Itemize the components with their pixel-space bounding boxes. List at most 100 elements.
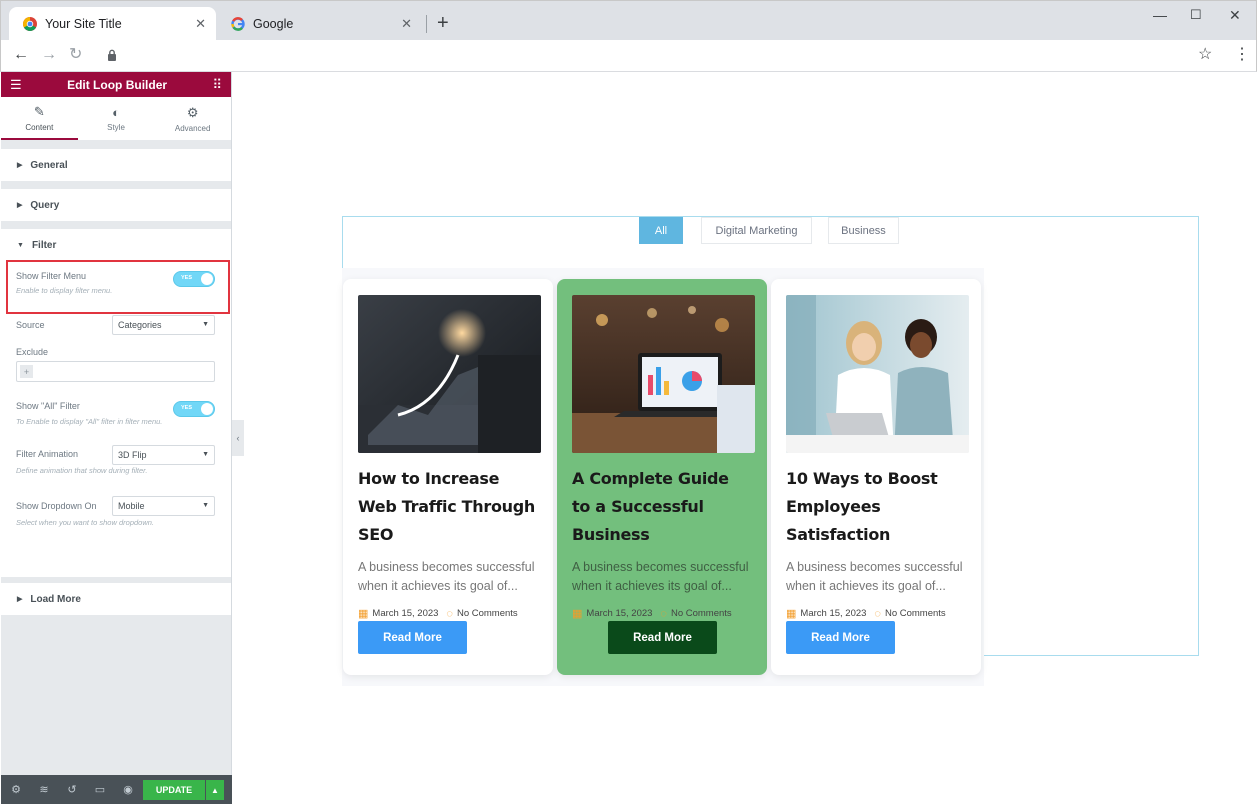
tab-title: Your Site Title: [45, 17, 122, 31]
post-comments[interactable]: No Comments: [671, 608, 732, 619]
tab-label: Content: [25, 122, 54, 132]
read-more-button[interactable]: Read More: [786, 621, 895, 654]
laptop-growth-chart-photo: [358, 295, 541, 453]
post-card: How to Increase Web Traffic Through SEO …: [343, 279, 553, 675]
post-card: 10 Ways to Boost Employees Satisfaction …: [771, 279, 981, 675]
post-meta: ▦ March 15, 2023 ◌ No Comments: [572, 607, 752, 621]
calendar-icon: ▦: [786, 608, 797, 620]
forward-arrow-icon[interactable]: →: [41, 45, 57, 65]
new-tab-icon[interactable]: +: [437, 13, 449, 33]
section-label: Filter: [31, 239, 57, 251]
read-more-button[interactable]: Read More: [358, 621, 467, 654]
preview-eye-icon[interactable]: ◉: [122, 783, 134, 796]
filter-business[interactable]: Business: [828, 217, 899, 244]
tab-style[interactable]: ◐ Style: [78, 97, 155, 140]
panel-title: Edit Loop Builder: [67, 77, 168, 92]
toggle-label: YES: [181, 405, 193, 411]
post-title[interactable]: 10 Ways to Boost Employees Satisfaction: [786, 465, 966, 549]
browser-tab-site[interactable]: Your Site Title ✕: [9, 7, 216, 41]
post-meta: ▦ March 15, 2023 ◌ No Comments: [358, 607, 538, 621]
section-label: Load More: [30, 593, 81, 605]
post-comments[interactable]: No Comments: [885, 608, 946, 619]
post-thumbnail[interactable]: [786, 295, 969, 453]
post-date: March 15, 2023: [372, 608, 439, 619]
post-thumbnail[interactable]: [572, 295, 755, 453]
read-more-button[interactable]: Read More: [608, 621, 717, 654]
filter-all[interactable]: All: [639, 217, 683, 244]
google-icon: [231, 17, 245, 31]
dropdown-desc: Select when you want to show dropdown.: [16, 518, 154, 527]
filter-animation-select[interactable]: 3D Flip ▼: [112, 445, 215, 465]
layers-icon[interactable]: ≋: [38, 783, 50, 796]
post-thumbnail[interactable]: [358, 295, 541, 453]
history-icon[interactable]: ↺: [66, 783, 78, 796]
calendar-icon: ▦: [572, 608, 583, 620]
hamburger-menu-icon[interactable]: ☰: [10, 77, 22, 93]
calendar-icon: ▦: [358, 608, 369, 620]
chrome-icon: [23, 17, 37, 31]
maximize-icon[interactable]: ☐: [1190, 7, 1202, 23]
show-all-filter-toggle[interactable]: YES: [173, 401, 215, 417]
panel-header: ☰ Edit Loop Builder ⠿: [1, 72, 231, 97]
section-label: Query: [30, 199, 60, 211]
post-card-featured: A Complete Guide to a Successful Busines…: [557, 279, 767, 675]
show-all-filter-desc: To Enable to display "All" filter in fil…: [16, 417, 163, 426]
settings-gear-icon[interactable]: ⚙: [10, 783, 22, 796]
exclude-label: Exclude: [16, 347, 49, 357]
section-query[interactable]: ▶ Query: [1, 189, 231, 221]
bookmark-star-icon[interactable]: ☆: [1198, 45, 1212, 65]
section-label: General: [30, 159, 68, 171]
widgets-grid-icon[interactable]: ⠿: [212, 77, 222, 93]
laptop-analytics-dashboard-photo: [572, 295, 755, 453]
section-filter[interactable]: ▼ Filter: [1, 229, 231, 261]
caret-up-icon[interactable]: ▲: [206, 780, 224, 800]
contrast-icon: ◐: [112, 105, 120, 120]
responsive-icon[interactable]: ▭: [94, 783, 106, 796]
close-icon[interactable]: ✕: [401, 16, 412, 32]
comment-icon: ◌: [660, 607, 667, 620]
section-general[interactable]: ▶ General: [1, 149, 231, 181]
post-excerpt: A business becomes successful when it ac…: [572, 560, 749, 593]
minimize-icon[interactable]: —: [1153, 7, 1167, 23]
pencil-icon: ✎: [33, 103, 45, 119]
post-title[interactable]: How to Increase Web Traffic Through SEO: [358, 465, 538, 549]
post-date: March 15, 2023: [586, 608, 653, 619]
filter-animation-value: 3D Flip: [118, 450, 147, 460]
close-icon[interactable]: ✕: [195, 16, 206, 32]
lock-icon: [108, 49, 116, 61]
post-comments[interactable]: No Comments: [457, 608, 518, 619]
tab-label: Style: [107, 123, 125, 132]
section-load-more[interactable]: ▶ Load More: [1, 583, 231, 615]
update-button[interactable]: UPDATE: [143, 780, 205, 800]
chevron-down-icon: ▼: [202, 451, 209, 458]
exclude-input[interactable]: +: [16, 361, 215, 382]
toggle-knob: [201, 403, 213, 415]
source-value: Categories: [118, 320, 162, 330]
collapse-panel-icon[interactable]: ‹: [232, 420, 244, 456]
url-input[interactable]: [125, 46, 1175, 66]
tab-separator: [426, 15, 427, 33]
post-title[interactable]: A Complete Guide to a Successful Busines…: [572, 465, 752, 549]
highlight-box: [6, 260, 230, 314]
post-excerpt: A business becomes successful when it ac…: [786, 560, 963, 593]
comment-icon: ◌: [446, 607, 453, 620]
chevron-down-icon: ▼: [202, 321, 209, 328]
window-close-icon[interactable]: ✕: [1229, 7, 1241, 24]
browser-menu-icon[interactable]: ⋮: [1234, 45, 1250, 65]
comment-icon: ◌: [874, 607, 881, 620]
caret-down-icon: ▼: [17, 241, 24, 249]
filter-digital-marketing[interactable]: Digital Marketing: [701, 217, 812, 244]
source-select[interactable]: Categories ▼: [112, 315, 215, 335]
post-meta: ▦ March 15, 2023 ◌ No Comments: [786, 607, 966, 621]
panel-tabs: ✎ Content ◐ Style ⚙ Advanced: [1, 97, 231, 141]
reload-icon[interactable]: ↻: [69, 45, 82, 65]
add-icon[interactable]: +: [20, 365, 33, 378]
dropdown-value: Mobile: [118, 501, 145, 511]
caret-right-icon: ▶: [17, 202, 23, 209]
back-arrow-icon[interactable]: ←: [13, 45, 29, 65]
tab-content[interactable]: ✎ Content: [1, 97, 78, 140]
dropdown-select[interactable]: Mobile ▼: [112, 496, 215, 516]
browser-tab-google[interactable]: Google ✕: [217, 7, 422, 41]
address-bar: ← → ↻ ☆ ⋮: [0, 40, 1257, 72]
tab-advanced[interactable]: ⚙ Advanced: [154, 97, 231, 140]
